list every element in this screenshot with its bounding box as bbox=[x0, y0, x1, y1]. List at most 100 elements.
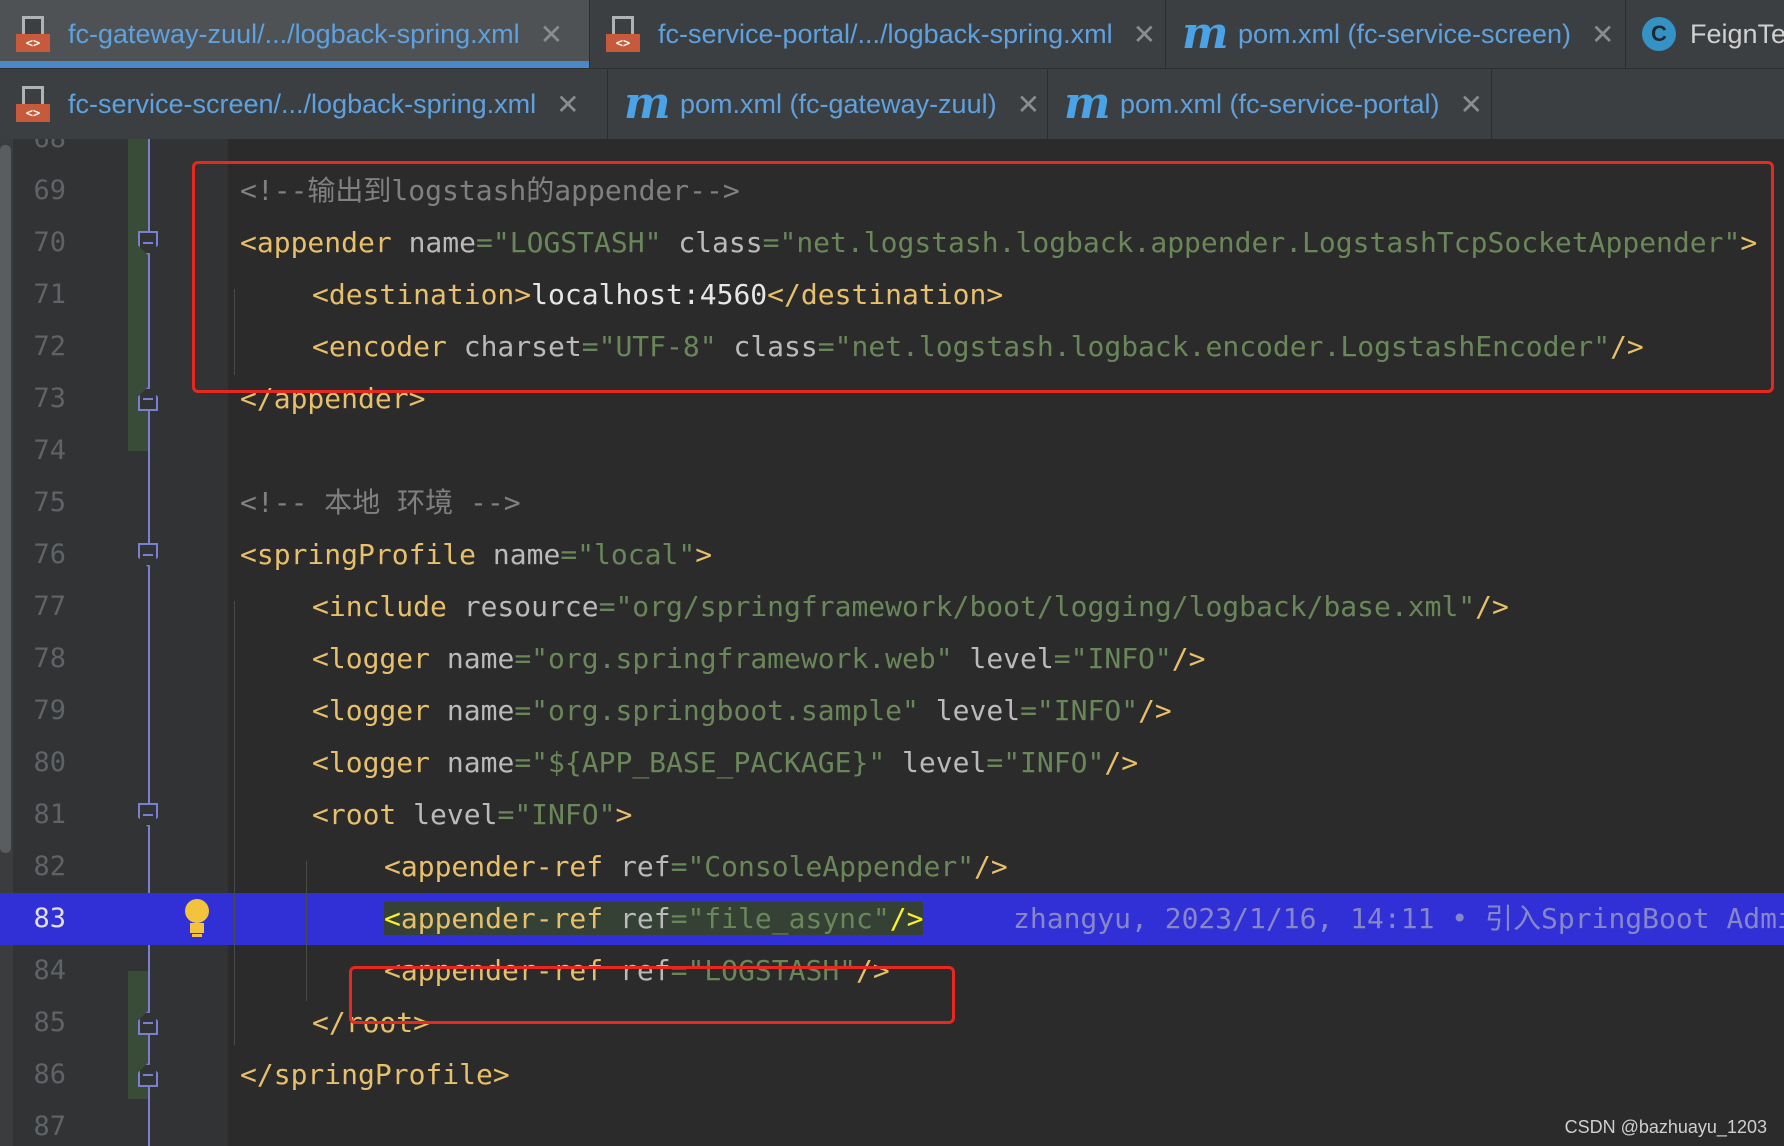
close-icon[interactable]: ✕ bbox=[540, 18, 563, 51]
line-number: 77 bbox=[33, 591, 66, 622]
xml-attr: name bbox=[446, 642, 515, 675]
tab-label: pom.xml (fc-service-screen) bbox=[1238, 18, 1572, 49]
fold-toggle-icon[interactable] bbox=[138, 543, 158, 567]
line-number: 83 bbox=[33, 903, 66, 934]
line-number: 73 bbox=[33, 383, 66, 414]
watermark: CSDN @bazhuayu_1203 bbox=[1564, 1117, 1767, 1137]
editor-tab-bar: <> fc-gateway-zuul/.../logback-spring.xm… bbox=[0, 0, 1784, 139]
code-line: 79 <logger name="org.springboot.sample" … bbox=[0, 685, 1784, 737]
xml-tag: <logger bbox=[312, 642, 431, 675]
xml-value: "org.springframework.web" bbox=[531, 642, 953, 675]
code-text: <appender-ref ref="file_async"/> bbox=[384, 902, 924, 935]
code-text: <logger name="${APP_BASE_PACKAGE}" level… bbox=[312, 746, 1139, 779]
line-number: 80 bbox=[33, 747, 66, 778]
annotation-box-logstash-appender bbox=[192, 161, 1774, 393]
line-number: 79 bbox=[33, 695, 66, 726]
close-icon[interactable]: ✕ bbox=[1460, 88, 1483, 121]
xml-comment: <!-- 本地 环境 --> bbox=[240, 486, 521, 519]
xml-value: "org/springframework/boot/logging/logbac… bbox=[615, 590, 1476, 623]
xml-file-icon: <> bbox=[606, 16, 644, 52]
close-icon[interactable]: ✕ bbox=[1133, 18, 1156, 51]
xml-tag: <logger bbox=[312, 746, 431, 779]
matched-bracket: /> bbox=[889, 902, 924, 935]
code-text: <!-- 本地 环境 --> bbox=[240, 477, 521, 529]
line-number: 75 bbox=[33, 487, 66, 518]
xml-tag: /> bbox=[1138, 694, 1172, 727]
line-number: 71 bbox=[33, 279, 66, 310]
xml-tag: <root bbox=[312, 798, 397, 831]
xml-tag: > bbox=[615, 798, 633, 831]
fold-toggle-icon[interactable] bbox=[138, 803, 158, 827]
close-icon[interactable]: ✕ bbox=[1017, 88, 1040, 121]
xml-attr: name bbox=[446, 694, 515, 727]
maven-icon: m bbox=[624, 78, 671, 129]
code-text: <include resource="org/springframework/b… bbox=[312, 590, 1509, 623]
xml-tag: <logger bbox=[312, 694, 431, 727]
xml-tag: <appender-ref bbox=[384, 850, 604, 883]
code-line: 76 <springProfile name="local"> bbox=[0, 529, 1784, 581]
line-number: 84 bbox=[33, 955, 66, 986]
code-line: 87 bbox=[0, 1101, 1784, 1146]
xml-file-icon: <> bbox=[16, 16, 54, 52]
xml-file-icon: <> bbox=[16, 86, 54, 122]
xml-value: "INFO" bbox=[1003, 746, 1105, 779]
xml-tag: /> bbox=[1475, 590, 1509, 623]
code-line: 81 <root level="INFO"> bbox=[0, 789, 1784, 841]
indent-guide bbox=[234, 601, 235, 1045]
code-text: <springProfile name="local"> bbox=[240, 538, 713, 571]
tab-pom-gateway[interactable]: m pom.xml (fc-gateway-zuul) ✕ bbox=[608, 69, 1048, 139]
code-line: 86 </springProfile> bbox=[0, 1049, 1784, 1101]
xml-tag: /> bbox=[1104, 746, 1139, 779]
tab-label: fc-gateway-zuul/.../logback-spring.xml bbox=[68, 18, 520, 49]
xml-value: "file_async" bbox=[687, 902, 890, 935]
tab-pom-portal[interactable]: m pom.xml (fc-service-portal) ✕ bbox=[1048, 69, 1492, 139]
tab-portal-logback[interactable]: <> fc-service-portal/.../logback-spring.… bbox=[590, 0, 1166, 68]
tab-screen-logback[interactable]: <> fc-service-screen/.../logback-spring.… bbox=[0, 69, 608, 139]
line-number: 81 bbox=[33, 799, 66, 830]
tab-feign[interactable]: C FeignTe bbox=[1626, 0, 1784, 68]
line-number: 69 bbox=[33, 175, 66, 206]
tab-label: FeignTe bbox=[1690, 18, 1784, 49]
close-icon[interactable]: ✕ bbox=[556, 88, 579, 121]
code-text: <appender-ref ref="ConsoleAppender"/> bbox=[384, 850, 1008, 883]
code-line: 80 <logger name="${APP_BASE_PACKAGE}" le… bbox=[0, 737, 1784, 789]
xml-attr: name bbox=[446, 746, 515, 779]
lightbulb-icon[interactable] bbox=[183, 899, 211, 939]
code-text: </springProfile> bbox=[240, 1049, 510, 1101]
xml-tag: </springProfile> bbox=[240, 1058, 510, 1091]
tab-pom-screen[interactable]: m pom.xml (fc-service-screen) ✕ bbox=[1166, 0, 1626, 68]
tab-row-1: <> fc-gateway-zuul/.../logback-spring.xm… bbox=[0, 0, 1784, 69]
xml-tag: /> bbox=[1171, 642, 1206, 675]
fold-toggle-icon[interactable] bbox=[138, 387, 158, 411]
xml-tag: <springProfile bbox=[240, 538, 477, 571]
code-editor[interactable]: 68 69 <!--输出到logstash的appender--> 70 <ap… bbox=[0, 139, 1784, 1146]
indent-guide bbox=[306, 861, 307, 1001]
fold-toggle-icon[interactable] bbox=[138, 231, 158, 255]
tab-label: fc-service-portal/.../logback-spring.xml bbox=[658, 18, 1113, 49]
tab-row-2: <> fc-service-screen/.../logback-spring.… bbox=[0, 69, 1492, 139]
xml-attr: level bbox=[935, 694, 1021, 727]
xml-tag: <include bbox=[312, 590, 447, 623]
code-text: <logger name="org.springboot.sample" lev… bbox=[312, 694, 1172, 727]
xml-attr: ref bbox=[620, 902, 671, 935]
line-number: 74 bbox=[33, 435, 66, 466]
xml-attr: level bbox=[413, 798, 498, 831]
xml-tag: appender-ref bbox=[400, 902, 604, 935]
maven-icon: m bbox=[1064, 78, 1111, 129]
tab-label: fc-service-screen/.../logback-spring.xml bbox=[68, 88, 537, 119]
xml-value: "INFO" bbox=[514, 798, 616, 831]
maven-icon: m bbox=[1182, 8, 1229, 59]
line-number: 72 bbox=[33, 331, 66, 362]
close-icon[interactable]: ✕ bbox=[1591, 18, 1614, 51]
code-text: <logger name="org.springframework.web" l… bbox=[312, 642, 1206, 675]
fold-toggle-icon[interactable] bbox=[138, 1063, 158, 1087]
xml-value: "ConsoleAppender" bbox=[687, 850, 975, 883]
fold-toggle-icon[interactable] bbox=[138, 1011, 158, 1035]
tab-gateway-logback[interactable]: <> fc-gateway-zuul/.../logback-spring.xm… bbox=[0, 0, 590, 68]
line-number: 82 bbox=[33, 851, 66, 882]
line-number: 86 bbox=[33, 1059, 66, 1090]
code-line: 77 <include resource="org/springframewor… bbox=[0, 581, 1784, 633]
xml-tag: /> bbox=[974, 850, 1008, 883]
xml-value: "INFO" bbox=[1070, 642, 1172, 675]
xml-attr: name bbox=[492, 538, 561, 571]
